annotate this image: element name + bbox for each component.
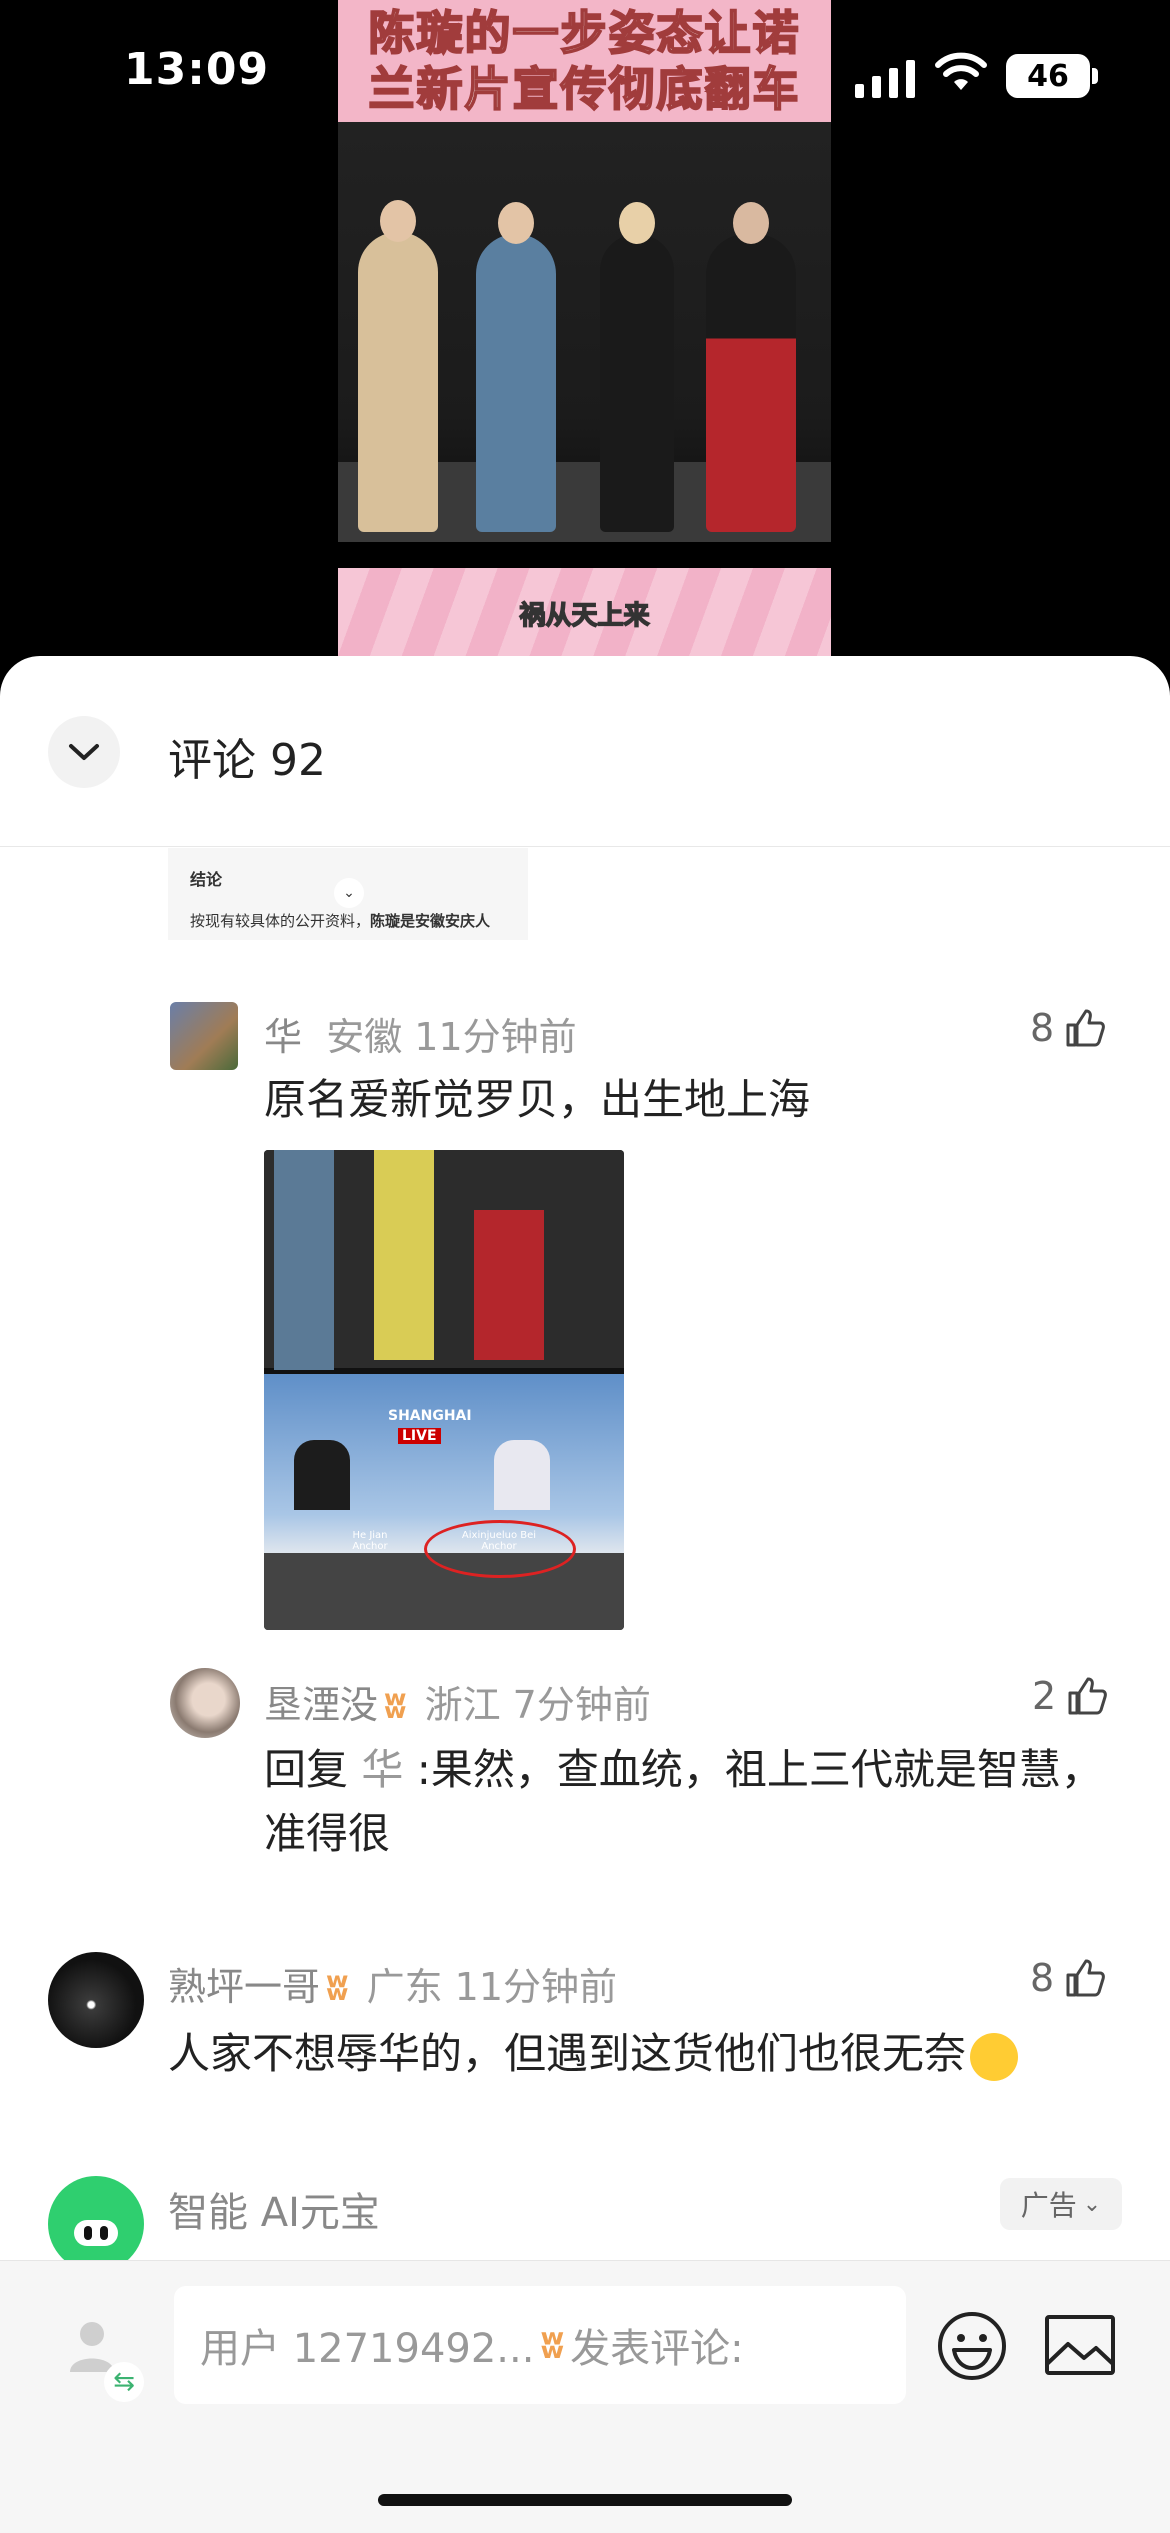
image-live-badge: LIVE (398, 1428, 441, 1444)
comment-meta: 垦湮没 ʬ 浙江 7分钟前 (264, 1674, 651, 1729)
video-title-line1: 陈璇的一步姿态让诺 (368, 5, 801, 61)
image-caption-role: Anchor (481, 1541, 517, 1552)
comment-time: 11分钟前 (454, 1965, 618, 2009)
image-anchor-figure (494, 1440, 550, 1510)
switch-account-icon[interactable]: ⇆ (104, 2362, 144, 2402)
person-head (733, 202, 769, 244)
like-button[interactable]: 8 (1030, 1956, 1106, 2000)
battery-indicator: 46 (1006, 54, 1090, 98)
ad-logo-eye (100, 2226, 108, 2240)
chevron-down-icon (69, 744, 99, 760)
video-subtitle: 祸从天上来 (519, 600, 651, 632)
like-button[interactable]: 8 (1030, 1006, 1106, 1050)
image-caption-role: Anchor (352, 1541, 388, 1552)
vip-icon: ʬ (384, 1683, 407, 1727)
user-avatar-icon[interactable] (64, 2318, 120, 2372)
emoji-icon[interactable] (936, 2310, 1008, 2382)
comment-meta: 华 安徽 11分钟前 (264, 1006, 577, 1061)
person-head (380, 200, 416, 242)
comment-username[interactable]: 垦湮没 (264, 1683, 378, 1727)
wifi-icon (935, 52, 987, 90)
comment-text: 原名爱新觉罗贝，出生地上海 (264, 1075, 811, 1124)
status-time: 13:09 (124, 44, 270, 95)
image-caption-1: He Jian Anchor (330, 1530, 410, 1552)
home-indicator[interactable] (378, 2494, 792, 2506)
signal-icon (855, 58, 915, 98)
input-placeholder-user: 用户 12719492... (200, 2326, 535, 2372)
reply-prefix: 回复 (264, 1745, 349, 1794)
person-figure (358, 232, 438, 532)
header-divider (0, 846, 1170, 847)
snippet-heading: 结论 (190, 870, 223, 889)
vip-icon: ʬ (326, 1965, 349, 2009)
battery-tip (1092, 68, 1098, 84)
comment-location: 广东 (366, 1965, 443, 2009)
like-count: 8 (1030, 1956, 1055, 2000)
comment-text: 回复 华 :果然，查血统，祖上三代就是智慧，准得很 (264, 1738, 1104, 1866)
thumb-up-icon (1066, 1009, 1106, 1047)
snippet-text-prefix: 按现有较具体的公开资料， (190, 912, 371, 930)
image-figure (274, 1150, 334, 1370)
snippet-text-bold: 陈璇是安徽安庆人 (370, 912, 491, 930)
person-figure (600, 234, 674, 532)
person-head (619, 202, 655, 244)
image-caption-name: He Jian (352, 1530, 388, 1541)
like-count: 8 (1030, 1006, 1055, 1050)
collapse-button[interactable] (48, 716, 120, 788)
ad-tag[interactable]: 广告 ⌄ (1000, 2178, 1122, 2230)
avatar[interactable] (170, 1668, 240, 1738)
ad-name[interactable]: 智能 AI元宝 (168, 2180, 380, 2238)
image-caption-name: Aixinjueluo Bei (461, 1530, 537, 1541)
avatar[interactable] (48, 1952, 144, 2048)
ad-logo-face (74, 2220, 118, 2246)
video-frame[interactable] (338, 122, 831, 542)
vip-icon: ʬ (540, 2322, 565, 2368)
snippet-text: 按现有较具体的公开资料，陈璇是安徽安庆人 (190, 910, 490, 931)
thumb-up-icon (1066, 1959, 1106, 1997)
thumb-up-icon (1068, 1677, 1108, 1715)
image-anchor-figure (294, 1440, 350, 1510)
comment-input[interactable]: 用户 12719492... ʬ 发表评论: (174, 2286, 906, 2404)
like-button[interactable]: 2 (1032, 1674, 1108, 1718)
video-subtitle-card: 祸从天上来 (338, 568, 831, 658)
comment-meta: 熟坪一哥 ʬ 广东 11分钟前 (168, 1956, 617, 2011)
like-count: 2 (1032, 1674, 1057, 1718)
ad-tag-label: 广告 (1020, 2189, 1077, 2222)
comment-username[interactable]: 熟坪一哥 (168, 1965, 320, 2009)
image-caption-2: Aixinjueluo Bei Anchor (444, 1530, 554, 1552)
person-figure (706, 234, 796, 532)
comment-username[interactable]: 华 (264, 1015, 302, 1059)
comment-time: 7分钟前 (512, 1683, 651, 1727)
video-title-card: 陈璇的一步姿态让诺 兰新片宣传彻底翻车 (338, 0, 831, 122)
person-figure (476, 234, 556, 532)
person-head (498, 202, 534, 244)
image-figure (374, 1150, 434, 1360)
laugh-cry-emoji-icon (970, 2032, 1019, 2081)
comment-text: 人家不想辱华的，但遇到这货他们也很无奈 (168, 2022, 1019, 2086)
input-placeholder-action: 发表评论: (570, 2326, 744, 2372)
image-figure (474, 1210, 544, 1360)
comment-location: 浙江 (424, 1683, 501, 1727)
search-result-snippet[interactable]: 结论 ⌄ 按现有较具体的公开资料，陈璇是安徽安庆人 (168, 848, 528, 940)
ad-logo-eye (84, 2226, 92, 2240)
video-title-line2: 兰新片宣传彻底翻车 (368, 61, 801, 117)
avatar[interactable] (170, 1002, 238, 1070)
ad-avatar[interactable] (48, 2176, 144, 2272)
chevron-down-icon: ⌄ (1082, 2191, 1102, 2217)
comment-time: 11分钟前 (414, 1015, 577, 1059)
image-banner-text: SHANGHAI (388, 1408, 472, 1424)
comments-count-title: 评论 92 (168, 735, 326, 786)
chevron-down-icon: ⌄ (334, 878, 364, 908)
reply-to-user[interactable]: 华 (361, 1745, 403, 1794)
image-icon[interactable] (1044, 2314, 1116, 2376)
comment-image[interactable]: SHANGHAI LIVE He Jian Anchor Aixinjueluo… (264, 1150, 624, 1630)
comment-location: 安徽 (326, 1015, 403, 1059)
comment-text-body: 人家不想辱华的，但遇到这货他们也很无奈 (168, 2029, 967, 2078)
